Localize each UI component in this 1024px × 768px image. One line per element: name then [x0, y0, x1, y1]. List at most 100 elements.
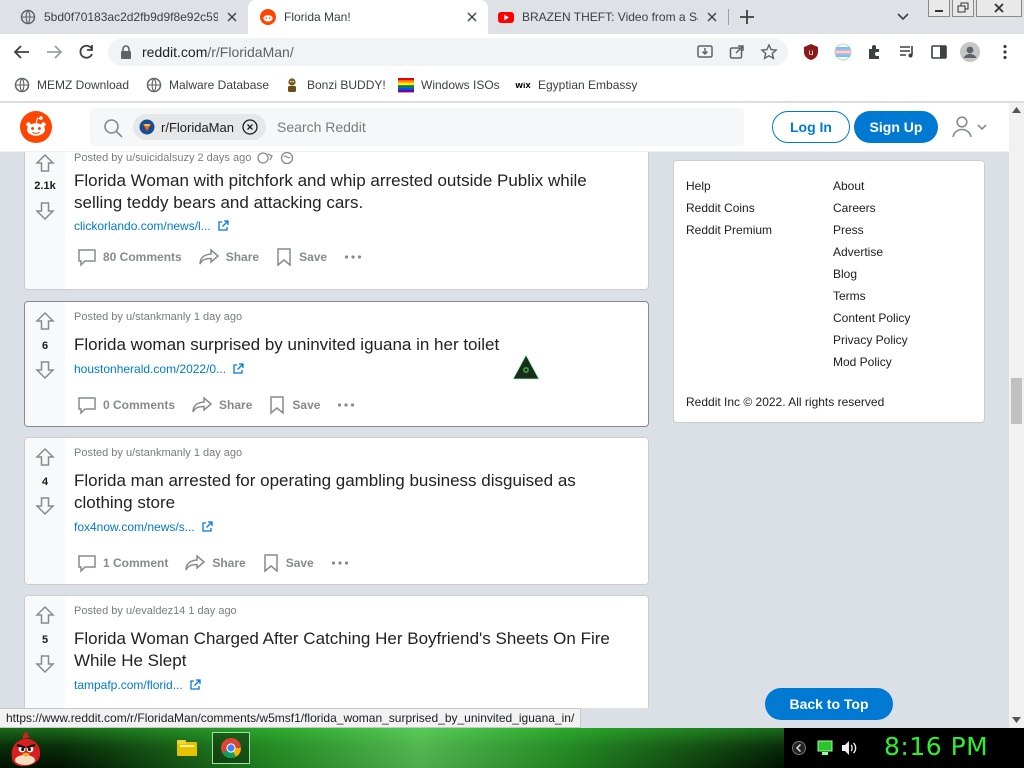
- share-button[interactable]: Share: [184, 553, 246, 573]
- puzzle-icon[interactable]: [866, 43, 884, 61]
- post-card[interactable]: 2.1k Posted by u/suicidalsuzy 2 days ago…: [24, 152, 649, 290]
- scroll-up-arrow-icon[interactable]: [1012, 106, 1021, 114]
- comments-button[interactable]: 1 Comment: [77, 553, 168, 573]
- link-about[interactable]: About: [833, 175, 910, 197]
- post-link[interactable]: clickorlando.com/news/l...: [74, 219, 229, 233]
- flag-extension-icon[interactable]: [834, 43, 852, 61]
- downvote-icon[interactable]: [35, 496, 55, 516]
- downvote-icon[interactable]: [35, 201, 55, 221]
- more-options-button[interactable]: [330, 553, 356, 573]
- login-button[interactable]: Log In: [772, 111, 850, 143]
- address-bar[interactable]: reddit.com/r/FloridaMan/: [108, 38, 788, 66]
- tab-hash[interactable]: 5bd0f70183ac2d2fb9d9f8e92c59: [8, 0, 248, 34]
- close-icon[interactable]: [464, 9, 480, 25]
- more-options-button[interactable]: [336, 395, 362, 415]
- upvote-icon[interactable]: [35, 447, 55, 467]
- signup-button[interactable]: Sign Up: [854, 111, 938, 143]
- media-control-icon[interactable]: [898, 43, 916, 61]
- post-card[interactable]: 4 Posted by u/stankmanly 1 day ago Flori…: [24, 437, 649, 585]
- downvote-icon[interactable]: [35, 360, 55, 380]
- share-icon[interactable]: [728, 43, 746, 61]
- minimize-button[interactable]: [928, 0, 950, 17]
- more-options-button[interactable]: [343, 247, 369, 267]
- link-help[interactable]: Help: [686, 175, 772, 197]
- back-to-top-button[interactable]: Back to Top: [765, 688, 893, 720]
- close-circle-icon[interactable]: [242, 119, 258, 135]
- reddit-logo-icon[interactable]: [20, 111, 52, 143]
- scrollbar-thumb[interactable]: [1011, 378, 1022, 424]
- reddit-search-bar[interactable]: r/FloridaMan Search Reddit: [90, 108, 744, 146]
- angry-bird-start-icon[interactable]: [6, 730, 46, 768]
- lock-icon[interactable]: [120, 45, 132, 59]
- link-content-policy[interactable]: Content Policy: [833, 307, 910, 329]
- link-reddit-coins[interactable]: Reddit Coins: [686, 197, 772, 219]
- post-link[interactable]: houstonherald.com/2022/0...: [74, 362, 244, 376]
- upvote-icon[interactable]: [35, 605, 55, 625]
- post-title[interactable]: Florida man arrested for operating gambl…: [74, 470, 634, 514]
- bookmark-egyptian-embassy[interactable]: WiX Egyptian Embassy: [515, 77, 637, 93]
- close-icon[interactable]: [224, 9, 240, 25]
- forward-arrow-icon[interactable]: [44, 42, 64, 62]
- side-panel-icon[interactable]: [930, 43, 948, 61]
- post-title[interactable]: Florida Woman Charged After Catching Her…: [74, 628, 634, 672]
- link-blog[interactable]: Blog: [833, 263, 910, 285]
- upvote-icon[interactable]: [35, 311, 55, 331]
- link-careers[interactable]: Careers: [833, 197, 910, 219]
- window-close-button[interactable]: [976, 0, 1022, 17]
- profile-avatar-icon[interactable]: [960, 42, 980, 62]
- link-press[interactable]: Press: [833, 219, 910, 241]
- reload-icon[interactable]: [76, 42, 96, 62]
- link-mod-policy[interactable]: Mod Policy: [833, 351, 910, 373]
- back-arrow-icon[interactable]: [12, 42, 32, 62]
- show-hidden-icons-icon[interactable]: [792, 740, 806, 756]
- file-explorer-icon[interactable]: [168, 732, 206, 764]
- share-button[interactable]: Share: [191, 395, 252, 415]
- save-button[interactable]: Save: [262, 553, 314, 573]
- share-button[interactable]: Share: [198, 247, 259, 267]
- star-icon[interactable]: [760, 43, 778, 61]
- bookmark-windows-isos[interactable]: Windows ISOs: [398, 77, 500, 93]
- taskbar-clock[interactable]: 8:16 PM: [884, 732, 988, 761]
- tab-brazen-theft[interactable]: BRAZEN THEFT: Video from a Sa: [488, 0, 728, 34]
- kebab-menu-icon[interactable]: [996, 43, 1014, 61]
- network-icon[interactable]: [816, 740, 834, 756]
- subreddit-search-chip[interactable]: r/FloridaMan: [133, 114, 266, 140]
- extension-shield-icon[interactable]: u: [802, 43, 820, 61]
- post-title[interactable]: Florida Woman with pitchfork and whip ar…: [74, 170, 634, 214]
- post-title[interactable]: Florida woman surprised by uninvited igu…: [74, 334, 634, 356]
- post-actions: 80 Comments Share Save: [77, 247, 385, 267]
- chrome-taskbar-button[interactable]: [212, 732, 250, 764]
- new-tab-icon[interactable]: [736, 6, 758, 28]
- link-privacy-policy[interactable]: Privacy Policy: [833, 329, 910, 351]
- comments-button[interactable]: 0 Comments: [77, 395, 175, 415]
- bookmark-memz[interactable]: MEMZ Download: [14, 77, 129, 93]
- volume-icon[interactable]: [840, 740, 858, 756]
- upvote-icon[interactable]: [35, 153, 55, 173]
- bookmark-bonzi-buddy[interactable]: Bonzi BUDDY!: [284, 77, 386, 93]
- maximize-button[interactable]: [952, 0, 974, 17]
- link-terms[interactable]: Terms: [833, 285, 910, 307]
- post-card[interactable]: 5 Posted by u/evaldez14 1 day ago Florid…: [24, 595, 649, 708]
- post-link[interactable]: tampafp.com/florid...: [74, 678, 201, 692]
- post-link-text: houstonherald.com/2022/0...: [74, 362, 227, 376]
- bookmark-icon: [263, 554, 278, 573]
- chevron-down-icon[interactable]: [896, 9, 910, 23]
- save-button[interactable]: Save: [275, 247, 327, 267]
- user-menu-icon[interactable]: [950, 115, 990, 139]
- post-link[interactable]: fox4now.com/news/s...: [74, 520, 213, 534]
- link-advertise[interactable]: Advertise: [833, 241, 910, 263]
- taskbar: 8:16 PM: [0, 728, 1024, 768]
- link-reddit-premium[interactable]: Reddit Premium: [686, 219, 772, 241]
- comments-button[interactable]: 80 Comments: [77, 247, 182, 267]
- tab-florida-man[interactable]: Florida Man!: [248, 0, 488, 34]
- external-link-icon: [190, 679, 201, 690]
- bookmark-malware-database[interactable]: Malware Database: [146, 77, 269, 93]
- share-arrow-icon: [198, 248, 219, 265]
- close-icon[interactable]: [704, 9, 720, 25]
- status-bar-url: https://www.reddit.com/r/FloridaMan/comm…: [0, 708, 582, 728]
- scroll-down-arrow-icon[interactable]: [1012, 716, 1021, 724]
- save-button[interactable]: Save: [268, 395, 320, 415]
- install-app-icon[interactable]: [696, 43, 714, 61]
- post-card[interactable]: 6 Posted by u/stankmanly 1 day ago Flori…: [24, 301, 649, 427]
- downvote-icon[interactable]: [35, 654, 55, 674]
